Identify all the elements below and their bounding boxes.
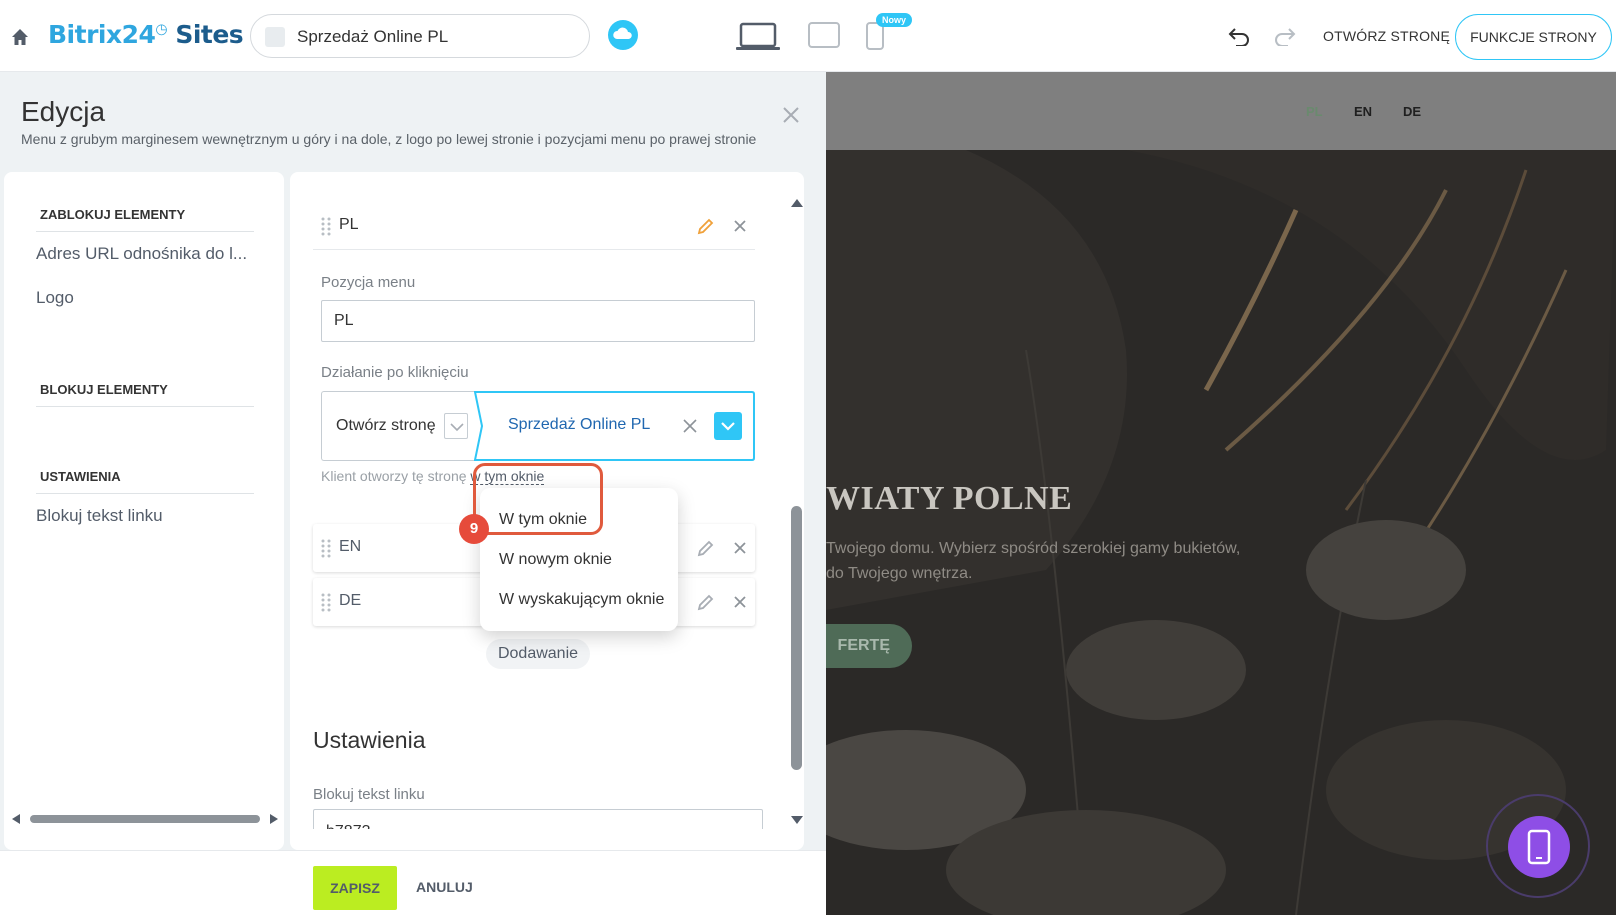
delete-icon[interactable] [731, 217, 749, 235]
divider [36, 231, 254, 232]
menu-position-input[interactable]: PL [321, 300, 755, 342]
close-icon[interactable] [781, 105, 801, 125]
drag-handle-icon[interactable] [321, 538, 331, 558]
open-mode-hint-text: Klient otworzy tę stronę [321, 468, 471, 484]
publish-cloud-button[interactable] [608, 20, 638, 50]
pencil-icon[interactable] [697, 217, 715, 235]
save-button[interactable]: ZAPISZ [313, 866, 397, 910]
redo-icon[interactable] [1274, 26, 1296, 46]
bitrix24-sites-logo[interactable]: Bitrix24◷ Sites [48, 20, 244, 49]
wildflowers-background-image [826, 150, 1616, 915]
action-type-value: Otwórz stronę [336, 417, 436, 434]
tablet-view-icon[interactable] [808, 22, 840, 48]
click-action-label: Działanie po kliknięciu [321, 364, 469, 381]
drag-handle-icon[interactable] [321, 592, 331, 612]
horizontal-scrollbar[interactable] [12, 812, 278, 826]
block-link-text-label: Blokuj tekst linku [313, 786, 425, 803]
nav-item-block-link-text[interactable]: Blokuj tekst linku [36, 506, 163, 526]
site-selector-label: Sprzedaż Online PL [297, 27, 449, 46]
page-functions-button[interactable]: FUNKCJE STRONY [1455, 14, 1612, 60]
step-number-badge: 9 [459, 514, 489, 544]
hero-section: WIATY POLNE Twojego domu. Wybierz spośró… [826, 150, 1616, 915]
option-new-window[interactable]: W nowym oknie [499, 551, 612, 569]
editor-side-nav: ZABLOKUJ ELEMENTY Adres URL odnośnika do… [4, 172, 284, 850]
cancel-button[interactable]: ANULUJ [416, 879, 473, 895]
nav-heading-settings[interactable]: USTAWIENIA [40, 469, 121, 484]
lang-link-pl[interactable]: PL [1306, 104, 1323, 119]
option-popup-window[interactable]: W wyskakującym oknie [499, 591, 664, 609]
pencil-icon[interactable] [697, 539, 715, 557]
delete-icon[interactable] [731, 539, 749, 557]
menu-item-label: EN [339, 538, 362, 555]
hero-cta-button[interactable]: FERTĘ [826, 624, 912, 668]
edit-panel-title: Edycja [21, 96, 106, 127]
scrollbar-thumb[interactable] [30, 815, 260, 823]
hero-text: Twojego domu. Wybierz spośród szerokiej … [826, 536, 1240, 586]
site-preview: PL EN DE WIATY POLNE Twojego domu. Wybie… [826, 72, 1616, 915]
block-link-text-clip: b7873 [313, 809, 763, 829]
nav-item-logo[interactable]: Logo [36, 288, 74, 308]
smartphone-icon [1527, 829, 1551, 865]
dropdown-chevron-icon[interactable] [714, 412, 742, 440]
edit-panel-description: Menu z grubym marginesem wewnętrznym u g… [21, 131, 757, 147]
home-icon[interactable] [10, 27, 30, 47]
lang-link-de[interactable]: DE [1403, 104, 1421, 119]
drag-handle-icon[interactable] [321, 216, 331, 236]
scroll-right-icon[interactable] [270, 814, 278, 824]
menu-item-row[interactable]: PL [313, 202, 755, 250]
site-thumbnail-icon [265, 27, 285, 47]
hero-text-line: Twojego domu. Wybierz spośród szerokiej … [826, 540, 1241, 557]
divider [36, 493, 254, 494]
clear-icon[interactable] [682, 418, 698, 434]
nav-heading-lock-elements[interactable]: ZABLOKUJ ELEMENTY [40, 207, 185, 222]
action-target-select[interactable]: Sprzedaż Online PL [474, 391, 755, 461]
new-badge: Nowy [876, 13, 913, 27]
highlight-annotation [473, 463, 603, 535]
menu-item-label: PL [339, 216, 359, 233]
nav-heading-block-elements[interactable]: BLOKUJ ELEMENTY [40, 382, 168, 397]
site-selector[interactable]: Sprzedaż Online PL [250, 14, 590, 58]
mobile-preview-inner [1508, 816, 1570, 878]
pencil-icon[interactable] [697, 593, 715, 611]
action-target-value: Sprzedaż Online PL [508, 416, 651, 433]
chevron-down-icon[interactable] [444, 413, 468, 439]
undo-icon[interactable] [1228, 26, 1250, 46]
block-link-text-input[interactable]: b7873 [313, 809, 763, 829]
preview-header: PL EN DE [826, 72, 1616, 150]
hero-title: WIATY POLNE [826, 480, 1073, 517]
click-action-field: Otwórz stronę Sprzedaż Online PL [321, 391, 755, 461]
top-bar: Bitrix24◷ Sites Sprzedaż Online PL Nowy … [0, 0, 1616, 72]
settings-heading: Ustawienia [313, 727, 426, 753]
hero-text-line: do Twojego wnętrza. [826, 565, 973, 582]
open-page-link[interactable]: OTWÓRZ STRONĘ [1323, 28, 1450, 44]
scroll-up-icon[interactable] [791, 199, 803, 207]
cloud-icon [613, 27, 632, 39]
menu-item-label: DE [339, 592, 362, 609]
scroll-down-icon[interactable] [791, 816, 803, 824]
divider [36, 406, 254, 407]
vertical-scrollbar-thumb[interactable] [791, 506, 802, 770]
mobile-preview-button[interactable] [1486, 794, 1590, 898]
desktop-view-icon[interactable] [736, 22, 780, 52]
add-menu-item-button[interactable]: Dodawanie [486, 639, 590, 669]
scroll-left-icon[interactable] [12, 814, 20, 824]
lang-link-en[interactable]: EN [1354, 104, 1372, 119]
editor-footer: ZAPISZ ANULUJ [0, 850, 826, 915]
nav-item-link-url[interactable]: Adres URL odnośnika do l... [36, 244, 247, 264]
action-type-select[interactable]: Otwórz stronę [321, 391, 481, 461]
menu-position-label: Pozycja menu [321, 274, 416, 291]
delete-icon[interactable] [731, 593, 749, 611]
